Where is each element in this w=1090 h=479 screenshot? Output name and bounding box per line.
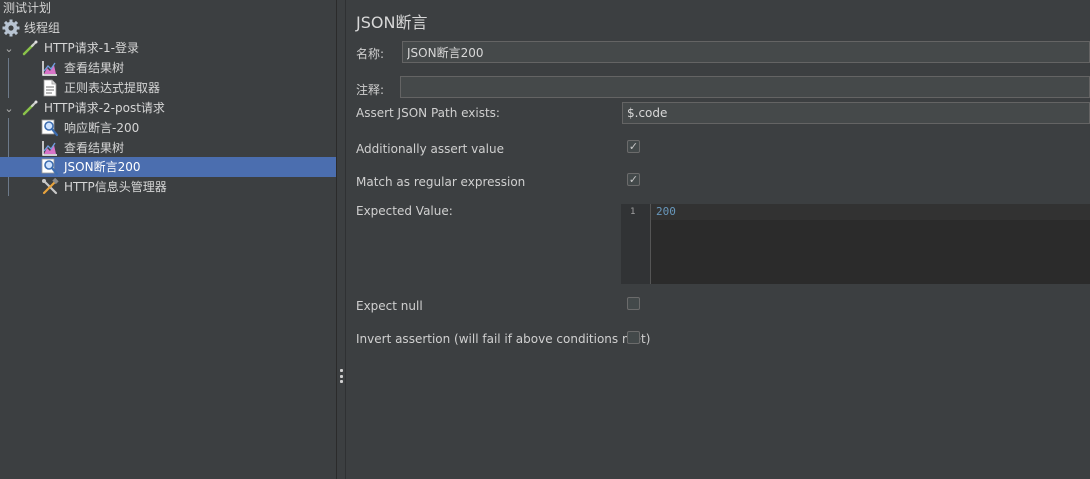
regex-checkbox[interactable]: ✓	[627, 173, 640, 186]
tree-node-label: HTTP请求-1-登录	[44, 41, 140, 55]
assert-value-label: Additionally assert value	[356, 142, 504, 156]
regex-label: Match as regular expression	[356, 175, 526, 189]
line-number: 1	[630, 207, 636, 217]
gear-icon	[2, 19, 20, 37]
tree-node-label: 查看结果树	[64, 141, 125, 155]
name-field[interactable]	[402, 41, 1090, 63]
magnifier-icon	[41, 158, 59, 176]
document-icon	[43, 79, 57, 97]
current-line-highlight	[651, 204, 1090, 220]
tree-node-label: HTTP信息头管理器	[64, 180, 167, 194]
magnifier-icon	[41, 119, 59, 137]
tree-node-http-request-1[interactable]: ⌄ HTTP请求-1-登录	[0, 38, 336, 58]
checkmark-icon: ✓	[628, 140, 639, 153]
json-path-field[interactable]	[622, 102, 1090, 124]
tree-node-label: 查看结果树	[64, 61, 125, 75]
comment-field[interactable]	[400, 76, 1090, 98]
test-plan-tree[interactable]: 测试计划 线程组 ⌄ HTTP请求-1-登录 查看结果树 正则表达式提取器 ⌄ …	[0, 0, 336, 479]
tools-icon	[42, 178, 59, 195]
tree-node-label: 响应断言-200	[64, 121, 140, 135]
chevron-down-icon[interactable]: ⌄	[3, 38, 15, 58]
json-assertion-panel: JSON断言 名称: 注释: Assert JSON Path exists: …	[346, 0, 1090, 479]
assert-value-checkbox[interactable]: ✓	[627, 140, 640, 153]
graph-results-icon	[42, 61, 57, 76]
tree-node-test-plan[interactable]: 测试计划	[0, 0, 336, 18]
panel-title: JSON断言	[356, 13, 428, 32]
tree-node-view-results-tree[interactable]: 查看结果树	[0, 138, 336, 158]
comment-label: 注释:	[356, 83, 385, 97]
checkmark-icon: ✓	[628, 173, 639, 186]
tree-node-label: 正则表达式提取器	[64, 81, 161, 95]
expected-value-editor[interactable]: 1 200	[621, 204, 1090, 284]
json-path-label: Assert JSON Path exists:	[356, 106, 500, 120]
tree-node-label: JSON断言200	[64, 160, 141, 174]
tree-node-regex-extractor[interactable]: 正则表达式提取器	[0, 78, 336, 98]
line-number-gutter: 1	[621, 204, 651, 284]
tree-node-response-assertion[interactable]: 响应断言-200	[0, 118, 336, 138]
tree-node-label: 线程组	[24, 21, 61, 35]
expected-value-text: 200	[656, 205, 676, 218]
jmeter-window: 测试计划 线程组 ⌄ HTTP请求-1-登录 查看结果树 正则表达式提取器 ⌄ …	[0, 0, 1090, 479]
invert-assertion-label: Invert assertion (will fail if above con…	[356, 332, 651, 346]
graph-results-icon	[42, 141, 57, 156]
expect-null-checkbox[interactable]	[627, 297, 640, 310]
expect-null-label: Expect null	[356, 299, 423, 313]
chevron-down-icon[interactable]: ⌄	[3, 98, 15, 118]
name-label: 名称:	[356, 47, 385, 61]
tree-node-view-results-tree[interactable]: 查看结果树	[0, 58, 336, 78]
tree-node-header-manager[interactable]: HTTP信息头管理器	[0, 177, 336, 197]
tree-node-json-assertion[interactable]: JSON断言200	[0, 157, 336, 177]
drag-handle-icon[interactable]	[339, 369, 343, 383]
pipette-icon	[22, 40, 38, 56]
tree-node-http-request-2[interactable]: ⌄ HTTP请求-2-post请求	[0, 98, 336, 118]
pipette-icon	[22, 100, 38, 116]
tree-node-label: HTTP请求-2-post请求	[44, 101, 165, 115]
split-pane-divider[interactable]	[336, 0, 346, 479]
tree-node-label: 测试计划	[3, 1, 52, 15]
invert-assertion-checkbox[interactable]	[627, 331, 640, 344]
expected-value-label: Expected Value:	[356, 204, 453, 218]
tree-node-thread-group[interactable]: 线程组	[0, 18, 336, 38]
